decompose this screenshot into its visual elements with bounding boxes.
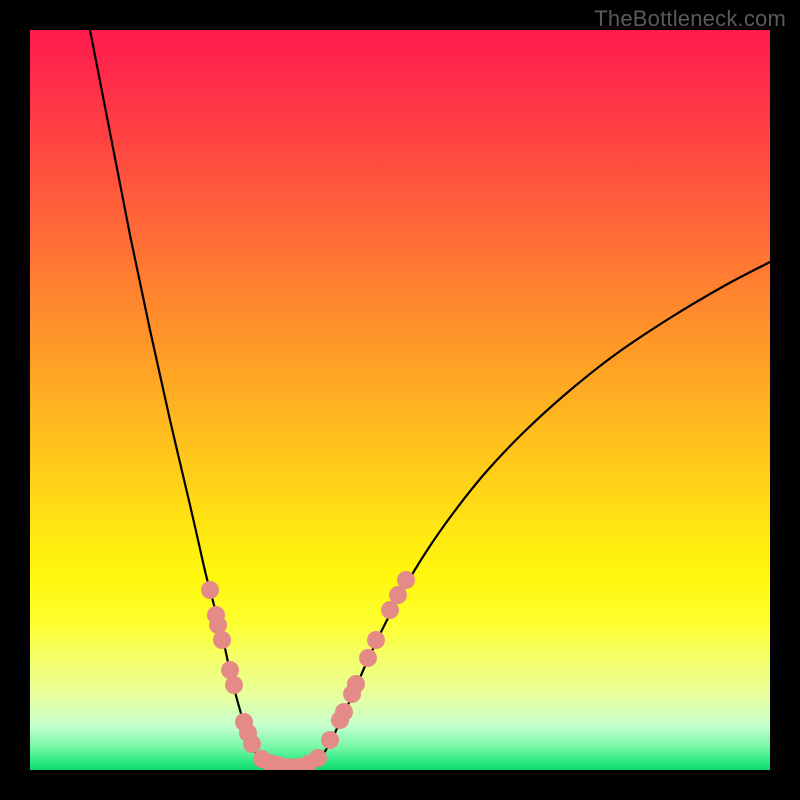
- data-marker: [213, 631, 231, 649]
- data-marker: [397, 571, 415, 589]
- chart-frame: [30, 30, 770, 770]
- curve-path: [90, 30, 770, 768]
- data-marker: [225, 676, 243, 694]
- data-marker: [309, 749, 327, 767]
- watermark-text: TheBottleneck.com: [594, 6, 786, 32]
- chart-svg: [30, 30, 770, 770]
- data-marker: [347, 675, 365, 693]
- data-marker: [243, 735, 261, 753]
- data-marker: [201, 581, 219, 599]
- data-marker: [367, 631, 385, 649]
- data-marker: [359, 649, 377, 667]
- bottleneck-curve: [90, 30, 770, 768]
- data-markers: [201, 571, 415, 770]
- data-marker: [321, 731, 339, 749]
- data-marker: [335, 703, 353, 721]
